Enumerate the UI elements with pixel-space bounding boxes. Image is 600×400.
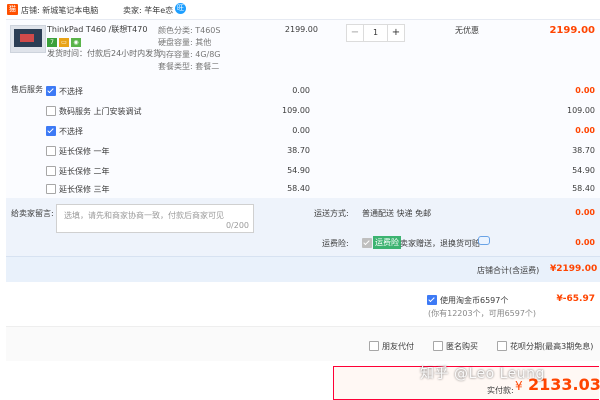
unit-price: 2199.00 bbox=[284, 25, 318, 34]
service-name: 延长保修 一年 bbox=[59, 147, 110, 156]
message-textarea[interactable]: 选填，请先和商家协商一致，付款后商家可见 0/200 bbox=[56, 204, 254, 233]
tmall-icon: 猫 bbox=[7, 4, 18, 15]
service-price: 38.70 bbox=[287, 146, 310, 155]
shop-total-value: ¥2199.00 bbox=[550, 264, 598, 274]
service-total: 58.40 bbox=[572, 184, 595, 193]
service-price: 109.00 bbox=[282, 106, 310, 115]
seller-name-link[interactable]: 卖家: 芊年e恋 bbox=[123, 5, 173, 16]
service-row: 不选择 0.00 0.00 bbox=[0, 122, 595, 141]
service-checkbox[interactable] bbox=[46, 166, 56, 176]
service-options: 不选择 0.00 0.00 数码服务 上门安装调试 109.00 109.00 … bbox=[0, 79, 600, 198]
insurance-checkbox[interactable] bbox=[362, 238, 372, 248]
anonymous-checkbox[interactable] bbox=[433, 341, 443, 351]
service-total: 109.00 bbox=[567, 106, 595, 115]
qty-plus-button[interactable]: + bbox=[387, 25, 404, 41]
card-badge-icon: ▭ bbox=[59, 38, 69, 47]
insurance-fee: 0.00 bbox=[575, 238, 595, 247]
message-label: 给卖家留言: bbox=[11, 209, 54, 218]
service-row: 不选择 0.00 0.00 bbox=[0, 82, 595, 101]
shop-total-label: 店铺合计(含运费) bbox=[477, 266, 540, 275]
service-row: 延长保修 二年 54.90 54.90 bbox=[0, 162, 595, 181]
huabei-checkbox[interactable] bbox=[497, 341, 507, 351]
anonymous-label: 匿名购买 bbox=[446, 342, 478, 351]
message-counter: 0/200 bbox=[225, 221, 249, 230]
item-title-link[interactable]: ThinkPad T460 /联想T4705... bbox=[47, 24, 147, 35]
service-row: 延长保修 三年 58.40 58.40 bbox=[0, 180, 595, 199]
service-price: 0.00 bbox=[292, 126, 310, 135]
pay-label: 实付款: bbox=[487, 386, 514, 395]
coin-value: ¥-65.97 bbox=[556, 294, 595, 304]
service-name: 延长保修 三年 bbox=[59, 185, 110, 194]
qty-minus-button[interactable]: − bbox=[347, 25, 364, 41]
service-checkbox[interactable] bbox=[46, 146, 56, 156]
service-price: 0.00 bbox=[292, 86, 310, 95]
service-price: 58.40 bbox=[287, 184, 310, 193]
service-total: 0.00 bbox=[575, 86, 595, 95]
insurance-tag: 运费险 bbox=[373, 236, 401, 249]
service-total: 54.90 bbox=[572, 166, 595, 175]
ship-note: 发货时间：付款后24小时内发货 bbox=[47, 49, 162, 58]
coin-section bbox=[6, 282, 600, 326]
spec-disk: 硬盘容量: 其他 bbox=[158, 38, 212, 47]
service-price: 54.90 bbox=[287, 166, 310, 175]
service-name: 延长保修 二年 bbox=[59, 167, 110, 176]
service-name: 不选择 bbox=[59, 87, 83, 96]
friend-pay-label: 朋友代付 bbox=[382, 342, 414, 351]
spec-memory: 内存容量: 4G/8G bbox=[158, 50, 221, 59]
shop-name-link[interactable]: 店铺: 新城笔记本电脑 bbox=[21, 5, 98, 16]
service-total: 38.70 bbox=[572, 146, 595, 155]
qty-input[interactable]: 1 bbox=[364, 25, 387, 41]
insurance-text: 卖家赠送，退换货可赔 bbox=[400, 239, 480, 248]
insurance-label: 运费险: bbox=[322, 239, 349, 248]
delivery-method[interactable]: 普通配送 快递 免邮 bbox=[362, 208, 431, 219]
discount-text: 无优惠 bbox=[455, 26, 479, 35]
friend-pay-checkbox[interactable] bbox=[369, 341, 379, 351]
wangwang-icon[interactable]: 旺 bbox=[175, 3, 186, 14]
coin-checkbox[interactable] bbox=[427, 295, 437, 305]
service-total: 0.00 bbox=[575, 126, 595, 135]
coin-label: 使用淘金币6597个 bbox=[440, 296, 509, 305]
item-thumbnail[interactable] bbox=[10, 25, 46, 53]
service-name: 不选择 bbox=[59, 127, 83, 136]
spec-color: 颜色分类: T460S bbox=[158, 26, 221, 35]
chat-bubble-icon[interactable] bbox=[478, 236, 490, 245]
service-checkbox[interactable] bbox=[46, 126, 56, 136]
item-subtotal: 2199.00 bbox=[549, 25, 595, 36]
huabei-label: 花呗分期(最高3期免息) bbox=[510, 342, 594, 351]
service-checkbox[interactable] bbox=[46, 184, 56, 194]
service-checkbox[interactable] bbox=[46, 106, 56, 116]
coin-sub: (你有12203个，可用6597个) bbox=[428, 309, 537, 318]
quantity-stepper: − 1 + bbox=[346, 24, 405, 42]
service-checkbox[interactable] bbox=[46, 86, 56, 96]
service-name: 数码服务 上门安装调试 bbox=[59, 107, 142, 116]
message-placeholder: 选填，请先和商家协商一致，付款后商家可见 bbox=[64, 211, 224, 220]
spec-package: 套餐类型: 套餐二 bbox=[158, 62, 220, 71]
service-badge-icon: 7 bbox=[47, 38, 57, 47]
delivery-label: 运送方式: bbox=[314, 209, 349, 218]
service-row: 延长保修 一年 38.70 38.70 bbox=[0, 142, 595, 161]
delivery-fee: 0.00 bbox=[575, 208, 595, 217]
watermark: 知乎 @Leo Leung bbox=[420, 366, 545, 382]
guarantee-badge-icon: ◉ bbox=[71, 38, 81, 47]
service-row: 数码服务 上门安装调试 109.00 109.00 bbox=[0, 102, 595, 121]
